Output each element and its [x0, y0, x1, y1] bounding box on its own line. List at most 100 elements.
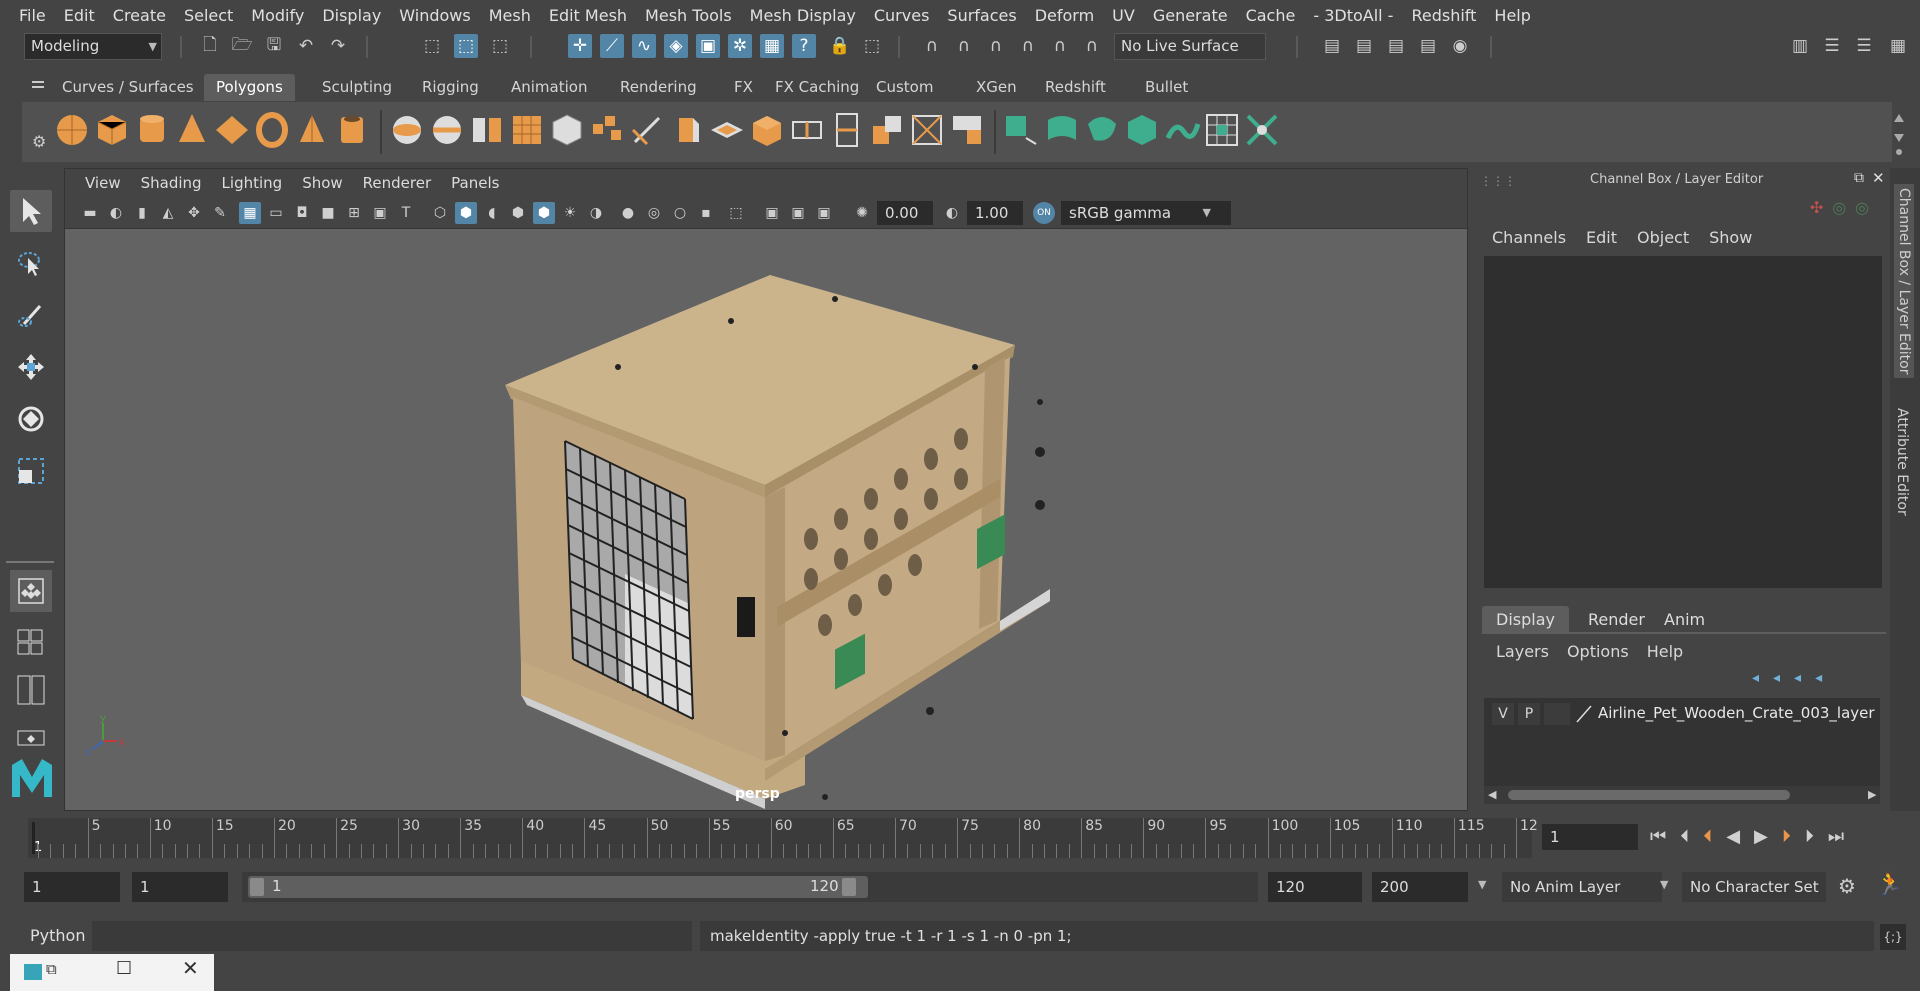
snap-point-icon[interactable]: ∿	[632, 34, 656, 58]
poly-pyramid-icon[interactable]	[292, 110, 332, 150]
insert-edge-loop-icon[interactable]	[827, 110, 867, 150]
lock-icon[interactable]: 🔒	[828, 34, 852, 58]
rotate-tool-icon[interactable]	[10, 398, 52, 440]
lasso-tool-icon[interactable]	[10, 242, 52, 284]
snap-surface-icon[interactable]: ▣	[696, 34, 720, 58]
channel-menu-channels[interactable]: Channels	[1492, 228, 1566, 247]
save-scene-icon[interactable]: 🖫	[262, 34, 286, 58]
layer-name[interactable]: Airline_Pet_Wooden_Crate_003_layer	[1598, 704, 1875, 722]
play-forwards-icon[interactable]: ▶	[1754, 826, 1768, 847]
exposure-field[interactable]: 0.00	[877, 201, 933, 225]
channel-box-icon[interactable]: ▦	[1886, 34, 1910, 58]
select-tool-icon[interactable]	[10, 190, 52, 232]
chevron-down-icon[interactable]: ▼	[1660, 878, 1668, 891]
color-space-dropdown[interactable]: sRGB gamma ▼	[1061, 201, 1231, 225]
screen-space-ao-icon[interactable]: ●	[617, 202, 639, 224]
menu-windows[interactable]: Windows	[390, 6, 479, 25]
range-start-handle[interactable]	[250, 878, 264, 896]
menu-deform[interactable]: Deform	[1026, 6, 1103, 25]
extrude-icon[interactable]	[747, 110, 787, 150]
shelf-tab-sculpting[interactable]: Sculpting	[310, 74, 404, 101]
layer-menu-options[interactable]: Options	[1567, 642, 1629, 661]
poly-cylinder-icon[interactable]	[132, 110, 172, 150]
shelf-tab-polygons[interactable]: Polygons	[204, 74, 295, 101]
channel-menu-show[interactable]: Show	[1709, 228, 1752, 247]
render-frame-icon[interactable]: ▦	[760, 34, 784, 58]
uv-spherical-icon[interactable]	[1082, 110, 1122, 150]
magnet-icon[interactable]: ∩	[920, 34, 944, 58]
motion-blur-icon[interactable]: ◎	[643, 202, 665, 224]
menu-uv[interactable]: UV	[1103, 6, 1144, 25]
use-lights-icon[interactable]: ☀	[559, 202, 581, 224]
snap-grid-icon[interactable]: ✛	[568, 34, 592, 58]
poly-plane-icon[interactable]	[212, 110, 252, 150]
maximize-icon[interactable]: ☐	[116, 958, 132, 979]
menu-display[interactable]: Display	[313, 6, 390, 25]
layer-type-toggle[interactable]	[1544, 703, 1570, 725]
boolean-icon[interactable]	[547, 110, 587, 150]
magnet-point-icon[interactable]: ∩	[984, 34, 1008, 58]
layer-playback-toggle[interactable]: P	[1518, 703, 1540, 725]
select-component-icon[interactable]: ⬚	[488, 34, 512, 58]
character-set-dropdown[interactable]: No Character Set	[1682, 872, 1826, 902]
xray-joints-icon[interactable]: ▣	[787, 202, 809, 224]
poly-torus-icon[interactable]	[252, 110, 292, 150]
redo-icon[interactable]: ↷	[326, 34, 350, 58]
offset-loop-icon[interactable]	[867, 110, 907, 150]
auto-key-icon[interactable]: 🏃	[1876, 872, 1903, 897]
magnet-curve-icon[interactable]: ∩	[952, 34, 976, 58]
tool-settings-icon[interactable]: ☰	[1852, 34, 1876, 58]
close-icon[interactable]: ✕	[182, 956, 199, 980]
gamma-icon[interactable]: ◐	[941, 202, 963, 224]
go-to-start-icon[interactable]: ⏮	[1650, 826, 1666, 847]
shelf-tab-fx[interactable]: FX	[722, 74, 765, 101]
render-view-icon[interactable]: ▤	[1320, 34, 1344, 58]
uv-cylindrical-icon[interactable]	[1042, 110, 1082, 150]
poly-cone-icon[interactable]	[172, 110, 212, 150]
color-management-icon[interactable]: ON	[1033, 202, 1055, 224]
viewport-menu-panels[interactable]: Panels	[441, 174, 509, 192]
wireframe-on-shaded-icon[interactable]: ⬢	[507, 202, 529, 224]
command-input[interactable]	[92, 921, 692, 951]
shelf-tab-redshift[interactable]: Redshift	[1033, 74, 1118, 101]
menu-select[interactable]: Select	[175, 6, 242, 25]
quad-layout-icon[interactable]	[10, 622, 52, 664]
menu-set-dropdown[interactable]: Modeling ▼	[24, 33, 162, 60]
open-scene-icon[interactable]: 🗁	[230, 34, 254, 58]
play-backwards-icon[interactable]: ◀	[1726, 826, 1740, 847]
xray-icon[interactable]: ▣	[761, 202, 783, 224]
shadows-icon[interactable]: ◑	[585, 202, 607, 224]
merge-icon[interactable]	[907, 110, 947, 150]
magnet-surface-icon[interactable]: ∩	[1048, 34, 1072, 58]
live-surface-field[interactable]: No Live Surface	[1114, 33, 1266, 60]
channel-menu-object[interactable]: Object	[1637, 228, 1689, 247]
layer-menu-layers[interactable]: Layers	[1496, 642, 1549, 661]
layout-single-icon[interactable]	[10, 718, 52, 760]
range-slider[interactable]: 1 120	[242, 872, 1258, 902]
layer-scrollbar[interactable]: ◀ ▶	[1484, 786, 1880, 804]
two-d-pan-icon[interactable]: ✥	[183, 202, 205, 224]
shelf-tab-fx-caching[interactable]: FX Caching	[763, 74, 871, 101]
menu-modify[interactable]: Modify	[242, 6, 313, 25]
step-forward-key-icon[interactable]: ⏵	[1782, 826, 1791, 847]
textured-icon[interactable]: ⬢	[533, 202, 555, 224]
range-slider-bar[interactable]	[248, 876, 868, 898]
layer-tab-display[interactable]: Display	[1482, 606, 1569, 634]
menu-cache[interactable]: Cache	[1237, 6, 1305, 25]
hypershade-icon[interactable]: ◉	[1448, 34, 1472, 58]
depth-of-field-icon[interactable]: ▪	[695, 202, 717, 224]
combine-icon[interactable]	[387, 110, 427, 150]
undo-icon[interactable]: ↶	[294, 34, 318, 58]
snap-view-icon[interactable]: ◈	[664, 34, 688, 58]
render-settings-icon[interactable]: ▤	[1416, 34, 1440, 58]
playback-end-field[interactable]: 120	[1268, 872, 1362, 902]
anim-layer-dropdown[interactable]: No Anim Layer	[1502, 872, 1662, 902]
go-to-end-icon[interactable]: ⏭	[1828, 826, 1844, 847]
menu-generate[interactable]: Generate	[1144, 6, 1237, 25]
menu-edit[interactable]: Edit	[55, 6, 104, 25]
mirror-icon[interactable]	[587, 110, 627, 150]
gamma-field[interactable]: 1.00	[967, 201, 1023, 225]
viewport-menu-view[interactable]: View	[75, 174, 131, 192]
menu-3dtoall[interactable]: - 3DtoAll -	[1304, 6, 1402, 25]
append-icon[interactable]	[787, 110, 827, 150]
